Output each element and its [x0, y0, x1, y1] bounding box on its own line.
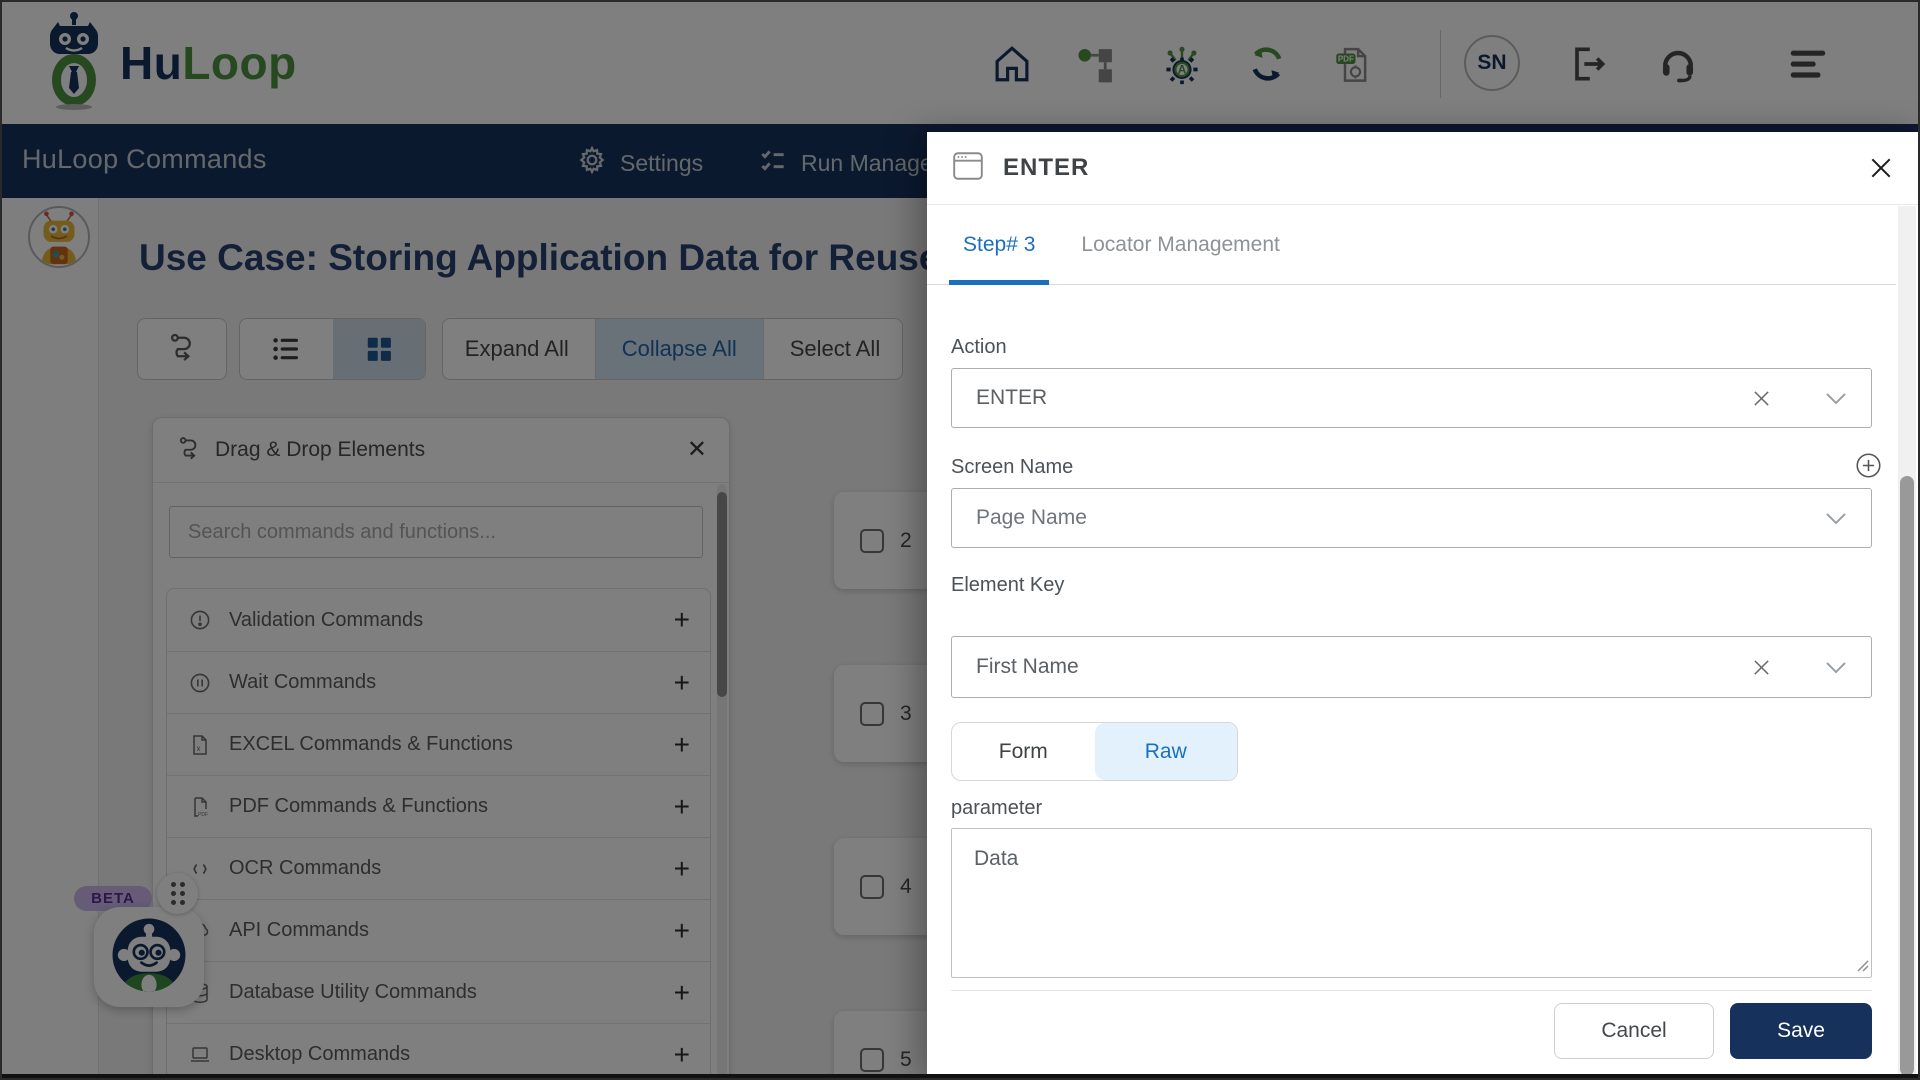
action-select[interactable]: ENTER: [951, 368, 1872, 428]
cancel-button[interactable]: Cancel: [1554, 1003, 1714, 1059]
parameter-textarea[interactable]: Data: [951, 828, 1872, 978]
element-key-select[interactable]: First Name: [951, 636, 1872, 698]
screen-name-label: Screen Name: [951, 456, 1074, 478]
window-keyboard-icon: [951, 149, 985, 188]
footer-divider: [951, 990, 1872, 991]
save-button[interactable]: Save: [1730, 1003, 1872, 1059]
drawer-scrollbar-thumb[interactable]: [1900, 476, 1914, 1076]
window-frame-bottom: [2, 1074, 1918, 1078]
screen-name-value: Page Name: [976, 506, 1087, 529]
form-mode-button[interactable]: Form: [952, 723, 1095, 780]
application-window: HuLoop: [0, 0, 1920, 1080]
tab-step[interactable]: Step# 3: [949, 205, 1050, 285]
step-editor-drawer: ENTER Step# 3 Locator Management Action …: [927, 132, 1918, 1078]
raw-mode-button[interactable]: Raw: [1094, 723, 1237, 780]
action-label: Action: [951, 336, 1007, 358]
add-screen-icon[interactable]: [1855, 452, 1882, 479]
chevron-down-icon[interactable]: [1825, 512, 1847, 525]
drawer-header: ENTER: [927, 132, 1918, 205]
drawer-tabs: Step# 3 Locator Management: [927, 205, 1896, 285]
input-mode-toggle: Form Raw: [951, 722, 1238, 781]
clear-icon[interactable]: [1752, 389, 1771, 408]
action-value: ENTER: [976, 386, 1048, 409]
drawer-title: ENTER: [1003, 154, 1090, 181]
chevron-down-icon[interactable]: [1825, 392, 1847, 405]
drawer-scrollbar[interactable]: [1898, 206, 1916, 1078]
chevron-down-icon[interactable]: [1825, 661, 1847, 674]
close-icon[interactable]: [1864, 151, 1898, 185]
clear-icon[interactable]: [1752, 658, 1771, 677]
parameter-label: parameter: [951, 797, 1043, 819]
tab-locator-management[interactable]: Locator Management: [1067, 205, 1293, 284]
screen-name-select[interactable]: Page Name: [951, 488, 1872, 548]
element-key-value: First Name: [976, 655, 1079, 678]
element-key-label: Element Key: [951, 574, 1065, 596]
